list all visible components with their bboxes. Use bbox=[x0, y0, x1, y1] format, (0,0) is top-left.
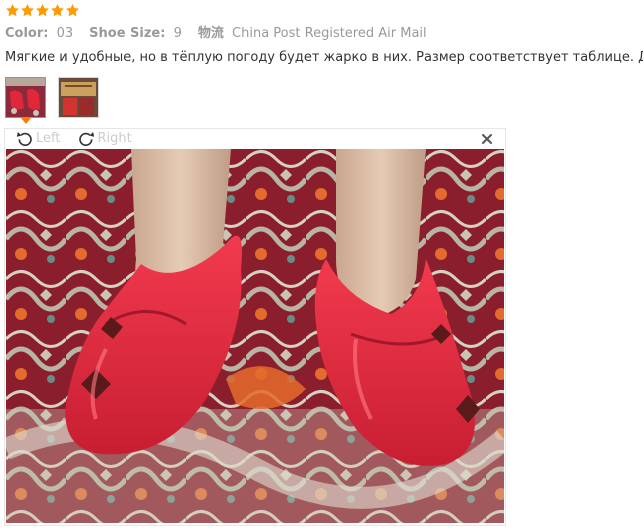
attribute-shoe-size: Shoe Size: 9 bbox=[89, 25, 182, 43]
photo-red-shoes-on-carpet bbox=[6, 149, 504, 523]
rating-stars bbox=[5, 3, 80, 19]
star-icon bbox=[51, 3, 64, 17]
review-text: Мягкие и удобные, но в тёплую погоду буд… bbox=[5, 50, 643, 65]
star-icon bbox=[21, 3, 34, 17]
review-thumbnails bbox=[5, 77, 99, 124]
attribute-label: Shoe Size: bbox=[89, 26, 166, 41]
photo-red-shoes-thumbnail bbox=[6, 78, 45, 117]
star-icon bbox=[6, 3, 19, 17]
rotate-left-button[interactable]: Left bbox=[15, 129, 60, 149]
rotate-left-icon bbox=[16, 132, 32, 147]
rotate-left-label: Left bbox=[36, 131, 61, 146]
image-viewer: Left Right bbox=[4, 128, 506, 526]
selected-indicator-arrow bbox=[21, 118, 31, 124]
close-icon[interactable] bbox=[479, 131, 495, 147]
star-icon bbox=[66, 3, 79, 17]
star-icon bbox=[36, 3, 49, 17]
rotate-right-icon bbox=[79, 132, 95, 147]
thumbnail[interactable] bbox=[58, 77, 99, 118]
viewer-toolbar: Left Right bbox=[5, 129, 505, 149]
thumbnail-selected[interactable] bbox=[5, 77, 46, 124]
rotate-right-button[interactable]: Right bbox=[76, 129, 132, 149]
attribute-color: Color: 03 bbox=[5, 25, 73, 43]
rotate-right-label: Right bbox=[97, 131, 132, 146]
attribute-value: 9 bbox=[173, 26, 182, 41]
attribute-label: Color: bbox=[5, 26, 49, 41]
attribute-shipping: 物流 China Post Registered Air Mail bbox=[198, 25, 427, 43]
attribute-label: 物流 bbox=[197, 26, 224, 41]
attribute-value: 03 bbox=[56, 26, 74, 41]
review-photo bbox=[6, 149, 504, 523]
order-attributes: Color: 03 Shoe Size: 9 物流 China Post Reg… bbox=[5, 25, 427, 43]
photo-shoes-box-thumbnail bbox=[59, 78, 98, 117]
attribute-value: China Post Registered Air Mail bbox=[232, 26, 427, 41]
